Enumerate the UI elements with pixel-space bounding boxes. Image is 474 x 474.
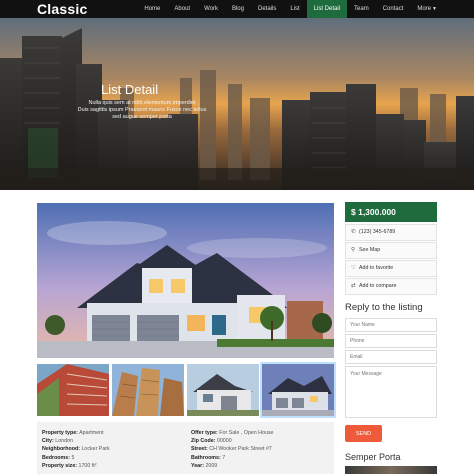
phone-label: (123) 345-6789 [359, 229, 396, 235]
hero-subtitle-line-3: sed augue semper porta [112, 114, 172, 120]
detail-label: Street: [191, 446, 208, 452]
detail-value: For Sale , Open House [219, 430, 274, 436]
hero-banner: List Detail Nulla quis sem at nibh eleme… [0, 18, 474, 190]
detail-label: City: [42, 438, 54, 444]
detail-value: 00000 [216, 438, 232, 444]
nav-item-work[interactable]: Work [197, 0, 225, 18]
listing-actions: ✆ (123) 345-6789 ⚲ See Map ♡ Add to favorit… [345, 224, 437, 296]
buildings-golden-thumbnail [112, 364, 184, 416]
add-favorite-item[interactable]: ♡ Add to favorite [345, 260, 437, 277]
message-textarea[interactable] [345, 366, 437, 418]
building-red-thumbnail [37, 364, 109, 416]
phone-input[interactable] [345, 334, 437, 348]
detail-label: Neighborhood: [42, 446, 80, 452]
detail-offer-type: Offer type: For Sale , Open House [191, 430, 273, 437]
thumbnail-1[interactable] [37, 364, 109, 416]
detail-label: Zip Code: [191, 438, 216, 444]
nav-item-list-detail[interactable]: List Detail [306, 0, 348, 18]
detail-label: Year: [191, 463, 204, 469]
detail-street: Street: CH Wooker Park Street #7 [191, 446, 272, 453]
detail-value: 5 [71, 455, 75, 461]
detail-value: Locker Park [81, 446, 110, 452]
photo-thumbnails [37, 362, 336, 418]
nav-item-details[interactable]: Details [251, 0, 283, 18]
detail-value: London [55, 438, 73, 444]
hero-title: List Detail [101, 82, 159, 97]
add-compare-label: Add to compare [359, 283, 397, 289]
main-house-photo [37, 203, 334, 358]
add-favorite-label: Add to favorite [359, 265, 394, 271]
reply-heading: Reply to the listing [345, 302, 423, 313]
detail-neighborhood: Neighborhood: Locker Park [42, 446, 110, 453]
detail-label: Bedrooms: [42, 455, 70, 461]
see-map-item[interactable]: ⚲ See Map [345, 242, 437, 259]
detail-label: Property type: [42, 430, 78, 436]
semper-porta-image [345, 466, 437, 474]
detail-year: Year: 2009 [191, 463, 217, 470]
detail-bedrooms: Bedrooms: 5 [42, 455, 74, 462]
detail-property-type: Property type: Apartment [42, 430, 104, 437]
detail-property-size: Property size: 1700 ft² [42, 463, 96, 470]
detail-label: Bathrooms: [191, 455, 221, 461]
main-nav: Home About Work Blog Details List List D… [137, 0, 444, 18]
nav-item-blog[interactable]: Blog [225, 0, 251, 18]
nav-item-about[interactable]: About [167, 0, 197, 18]
detail-label: Offer type: [191, 430, 218, 436]
detail-value: 7 [222, 455, 226, 461]
see-map-label: See Map [359, 247, 381, 253]
detail-city: City: London [42, 438, 73, 445]
nav-more-label: More [417, 6, 432, 12]
top-navbar: Classic Home About Work Blog Details Lis… [0, 0, 474, 18]
name-input[interactable] [345, 318, 437, 332]
thumbnail-3[interactable] [187, 364, 259, 416]
map-pin-icon: ⚲ [351, 247, 356, 253]
detail-bathrooms: Bathrooms: 7 [191, 455, 225, 462]
phone-item[interactable]: ✆ (123) 345-6789 [345, 224, 437, 241]
nav-item-home[interactable]: Home [137, 0, 167, 18]
add-compare-item[interactable]: ⇄ Add to compare [345, 278, 437, 295]
semper-porta-heading: Semper Porta [345, 452, 401, 462]
site-logo[interactable]: Classic [37, 1, 87, 17]
caret-down-icon: ▼ [432, 6, 437, 12]
email-input[interactable] [345, 350, 437, 364]
detail-zip-code: Zip Code: 00000 [191, 438, 232, 445]
thumbnail-4-selected[interactable] [260, 362, 336, 418]
detail-value: CH Wooker Park Street #7 [209, 446, 272, 452]
heart-icon: ♡ [351, 265, 356, 271]
detail-label: Property size: [42, 463, 78, 469]
property-details: Property type: Apartment City: London Ne… [37, 422, 334, 474]
house-image [37, 203, 334, 358]
house-twilight-thumbnail [262, 364, 334, 416]
nav-item-list[interactable]: List [283, 0, 306, 18]
nav-item-more[interactable]: More▼ [410, 0, 444, 18]
house-white-thumbnail [187, 364, 259, 416]
detail-value: 2009 [205, 463, 218, 469]
thumbnail-2[interactable] [112, 364, 184, 416]
detail-value: 1700 ft² [78, 463, 97, 469]
detail-value: Apartment [79, 430, 104, 436]
phone-icon: ✆ [351, 229, 356, 235]
price-tag: $ 1,300.000 [345, 202, 437, 222]
nav-item-contact[interactable]: Contact [376, 0, 411, 18]
compare-icon: ⇄ [351, 283, 356, 289]
send-button[interactable]: SEND [345, 425, 382, 442]
nav-item-team[interactable]: Team [347, 0, 376, 18]
